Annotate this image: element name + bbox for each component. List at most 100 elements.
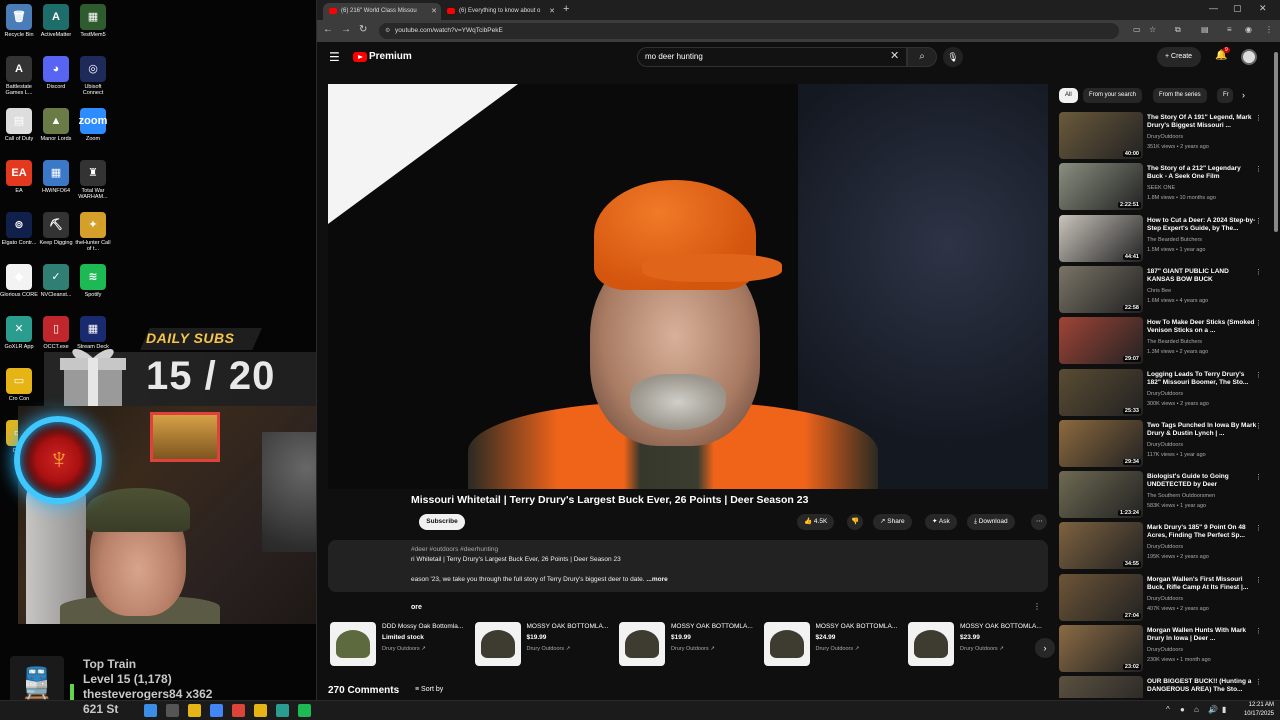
video-thumbnail[interactable]: 40:00	[1059, 112, 1143, 159]
recommended-video-channel[interactable]: The Bearded Butchers	[1147, 237, 1202, 243]
desktop-icon[interactable]: 🗑 Recycle Bin	[0, 4, 38, 38]
desktop-icon[interactable]: ◆ Glorious CORE	[0, 264, 38, 298]
forward-icon[interactable]: →	[341, 24, 351, 35]
desktop-icon[interactable]: ✕ GoXLR App	[0, 316, 38, 350]
subscribe-button[interactable]: Subscribe	[419, 514, 465, 530]
recommended-video-title[interactable]: Biologist's Guide to Going UNDETECTED by…	[1147, 473, 1257, 489]
volume-icon[interactable]: 🔊	[1208, 705, 1218, 714]
recommended-video-title[interactable]: How to Cut a Deer: A 2024 Step-by-Step E…	[1147, 217, 1257, 233]
desktop-icon[interactable]: ✦ theHunter Call of t...	[74, 212, 112, 252]
recommended-video[interactable]: 27:04 Morgan Wallen's First Missouri Buck…	[1059, 573, 1271, 622]
chip-from-your-search[interactable]: From your search	[1083, 88, 1143, 103]
recommended-video[interactable]: 22:58 187" GIANT PUBLIC LAND KANSAS BOW B…	[1059, 265, 1271, 314]
description-hashtags[interactable]: #deer #outdoors #deerhunting	[411, 546, 498, 553]
desktop-icon[interactable]: ♜ Total War WARHAM...	[74, 160, 112, 200]
desktop-icon[interactable]: ⊚ Elgato Contr...	[0, 212, 38, 246]
network-icon[interactable]: ⌂	[1194, 705, 1199, 714]
recommended-video-title[interactable]: The Story of a 212" Legendary Buck - A S…	[1147, 165, 1257, 181]
desktop-icon[interactable]: ◎ Ubisoft Connect	[74, 56, 112, 96]
recommended-video-channel[interactable]: DruryOutdoors	[1147, 442, 1183, 448]
file-explorer-icon[interactable]	[188, 704, 201, 717]
video-thumbnail[interactable]: 25:33	[1059, 368, 1143, 416]
recommended-video[interactable]: 23:02 Morgan Wallen Hunts With Mark Drury…	[1059, 625, 1271, 673]
recommended-video-title[interactable]: 187" GIANT PUBLIC LAND KANSAS BOW BUCK	[1147, 268, 1257, 284]
recommended-video[interactable]: 25:33 Logging Leads To Terry Drury's 182"…	[1059, 368, 1271, 417]
product-card[interactable]: MOSSY OAK BOTTOMLA... $24.99 Drury Outdoor…	[763, 620, 906, 668]
minimize-icon[interactable]: —	[1209, 3, 1218, 13]
video-thumbnail[interactable]: 27:04	[1059, 573, 1143, 621]
recommended-video-title[interactable]: OUR BIGGEST BUCK!! (Hunting a DANGEROUS …	[1147, 678, 1257, 694]
video-menu-icon[interactable]: ⋮	[1255, 319, 1262, 327]
chip-all[interactable]: All	[1059, 88, 1078, 103]
video-menu-icon[interactable]: ⋮	[1255, 422, 1262, 430]
desktop-icon[interactable]: ▦ TestMem5	[74, 4, 112, 38]
reload-icon[interactable]: ↻	[359, 24, 367, 35]
video-thumbnail[interactable]: 23:02	[1059, 625, 1143, 672]
scrollbar-thumb[interactable]	[1274, 52, 1278, 232]
desktop-icon[interactable]: ▤ Call of Duty	[0, 108, 38, 142]
tray-chevron-icon[interactable]: ^	[1166, 705, 1170, 714]
desktop-icon[interactable]: zoom Zoom	[74, 108, 112, 142]
start-icon[interactable]	[144, 704, 157, 717]
youtube-logo-icon[interactable]	[353, 52, 367, 62]
share-button[interactable]: ↗ Share	[873, 514, 912, 530]
cast-icon[interactable]: ▭	[1133, 25, 1141, 34]
sidepanel-icon[interactable]: ▤	[1201, 25, 1209, 34]
folder-icon[interactable]	[254, 704, 267, 717]
chrome-alt-icon[interactable]	[232, 704, 245, 717]
chip-from-the-series[interactable]: From the series	[1153, 88, 1207, 103]
recommended-video[interactable]: 29:07 How To Make Deer Sticks (Smoked Ven…	[1059, 317, 1271, 365]
new-tab-button[interactable]: +	[563, 3, 569, 15]
recommended-video[interactable]: 2:22:51 The Story of a 212" Legendary Buc…	[1059, 163, 1271, 211]
video-menu-icon[interactable]: ⋮	[1255, 217, 1262, 225]
chip-partial[interactable]: Fr	[1217, 88, 1233, 103]
product-card[interactable]: MOSSY OAK BOTTOMLA... $23.99 Drury Outdoor…	[908, 620, 1050, 668]
video-player[interactable]	[328, 84, 1048, 489]
recommended-video-channel[interactable]: DruryOutdoors	[1147, 544, 1183, 550]
desktop-icon[interactable]: ⛏ Keep Digging	[37, 212, 75, 246]
battery-icon[interactable]: ▮	[1222, 705, 1226, 714]
recommended-video-title[interactable]: Logging Leads To Terry Drury's 182" Miss…	[1147, 371, 1257, 387]
store-menu-icon[interactable]: ⋮	[1033, 602, 1041, 611]
video-menu-icon[interactable]: ⋮	[1255, 627, 1262, 635]
tray-app-icon[interactable]: ●	[1180, 705, 1185, 714]
video-thumbnail[interactable]: 29:34	[1059, 419, 1143, 467]
chrome-icon[interactable]	[210, 704, 223, 717]
spotify-icon[interactable]	[298, 704, 311, 717]
video-menu-icon[interactable]: ⋮	[1255, 268, 1262, 276]
chips-next-icon[interactable]: ›	[1242, 90, 1245, 100]
video-thumbnail[interactable]: 2:15	[1059, 676, 1143, 698]
youtube-premium-label[interactable]: Premium	[369, 51, 412, 62]
recommended-video-channel[interactable]: DruryOutdoors	[1147, 134, 1183, 140]
bookmark-star-icon[interactable]: ☆	[1149, 25, 1156, 34]
video-thumbnail[interactable]: 1:23:24	[1059, 471, 1143, 519]
video-thumbnail[interactable]: 29:07	[1059, 317, 1143, 365]
video-menu-icon[interactable]: ⋮	[1255, 114, 1262, 122]
search-button[interactable]: ⌕	[907, 47, 937, 67]
recommended-video-channel[interactable]: SEEK ONE	[1147, 185, 1175, 191]
clear-search-icon[interactable]: ✕	[890, 49, 899, 62]
video-menu-icon[interactable]: ⋮	[1255, 371, 1262, 379]
search-input[interactable]: mo deer hunting	[637, 47, 907, 67]
dislike-button[interactable]: 👎	[847, 514, 863, 530]
extensions-icon[interactable]: ⧉	[1175, 25, 1181, 35]
menu-icon[interactable]: ☰	[329, 50, 340, 64]
browser-menu-icon[interactable]: ⋮	[1265, 25, 1273, 34]
product-card[interactable]: MOSSY OAK BOTTOMLA... $19.99 Drury Outdoor…	[474, 620, 617, 668]
sort-by-button[interactable]: ≡ Sort by	[415, 686, 443, 693]
address-bar[interactable]: ⚙ youtube.com/watch?v=YWqTcibPekE	[379, 23, 1119, 39]
desktop-icon[interactable]: ▭ Cro Con	[0, 368, 38, 402]
terminal-icon[interactable]	[276, 704, 289, 717]
recommended-video[interactable]: 40:00 The Story Of A 191" Legend, Mark Dr…	[1059, 112, 1271, 160]
product-card[interactable]: DDD Mossy Oak Bottomla... Limited stock Dr…	[330, 620, 472, 668]
desktop-icon[interactable]: A Battlestate Games L...	[0, 56, 38, 96]
clock-date[interactable]: 10/17/2025	[1238, 711, 1274, 717]
browser-tab-active[interactable]: (6) 216" World Class Missou ✕	[323, 3, 441, 20]
page-scrollbar[interactable]	[1273, 44, 1279, 694]
desktop-icon[interactable]: ▦ HWiNFO64	[37, 160, 75, 194]
recommended-video-channel[interactable]: DruryOutdoors	[1147, 391, 1183, 397]
recommended-video-title[interactable]: Morgan Wallen's First Missouri Buck, Rif…	[1147, 576, 1257, 592]
recommended-video-channel[interactable]: The Southern Outdoorsmen	[1147, 493, 1215, 499]
back-icon[interactable]: ←	[323, 24, 333, 35]
desktop-icon[interactable]: ▲ Manor Lords	[37, 108, 75, 142]
